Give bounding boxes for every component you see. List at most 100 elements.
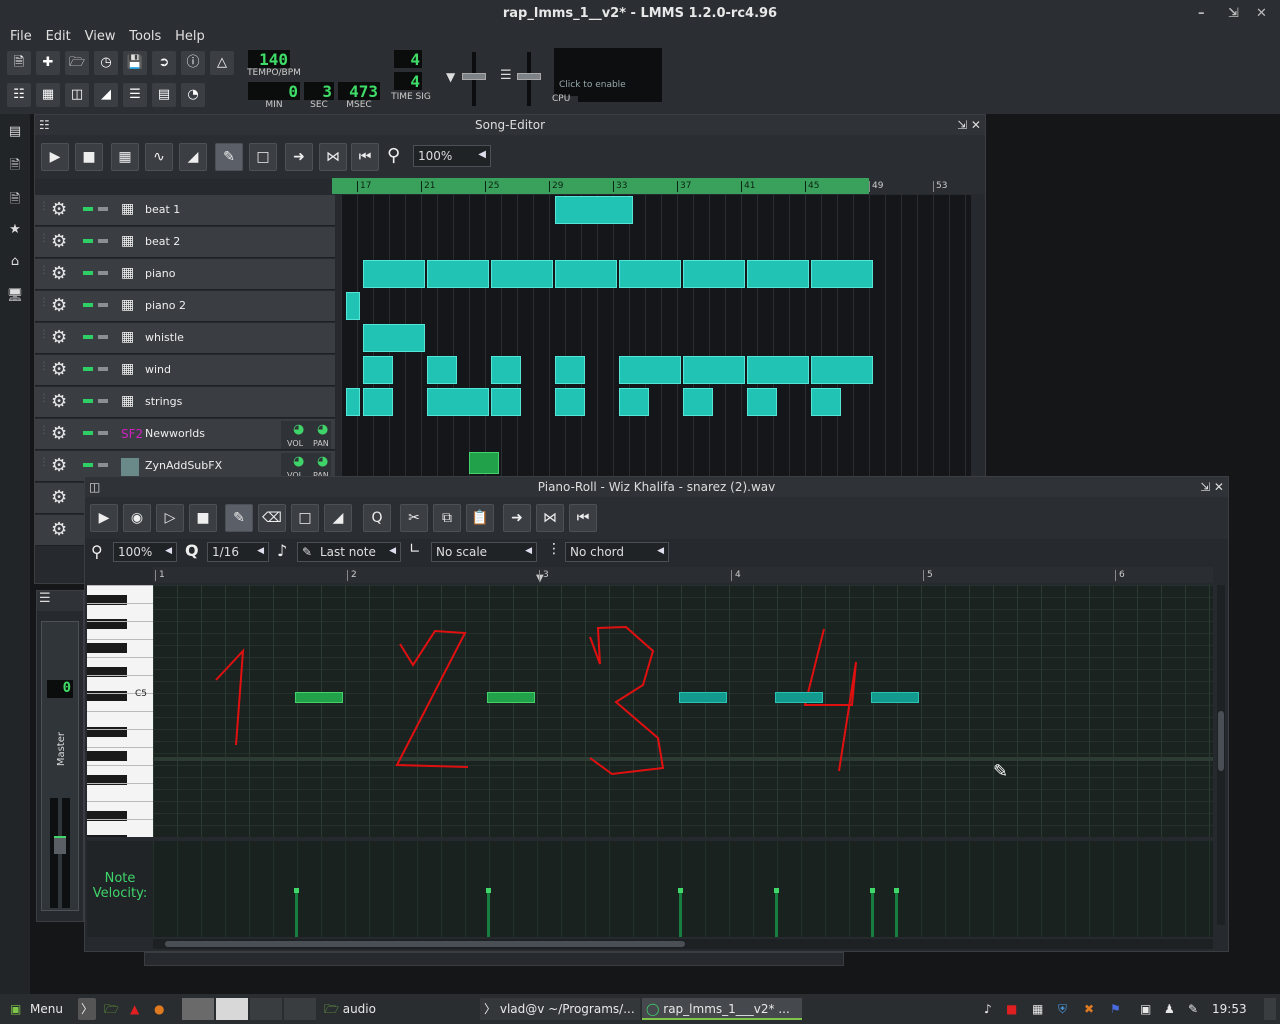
menu-edit[interactable]: Edit: [41, 28, 76, 46]
song-loop-bar[interactable]: [332, 178, 869, 194]
shield-tray-icon[interactable]: ⛨: [1058, 998, 1067, 1020]
root-directory-icon[interactable]: 🖥: [6, 288, 24, 306]
solo-button[interactable]: [98, 239, 108, 243]
pattern-segment[interactable]: [811, 356, 873, 384]
solo-button[interactable]: [98, 271, 108, 275]
paste-button[interactable]: 📋: [466, 504, 494, 532]
mute-button[interactable]: [83, 335, 93, 339]
stop-button[interactable]: ■: [75, 143, 103, 171]
pan-knob[interactable]: ◕: [317, 454, 328, 469]
track-row[interactable]: ⋮ ⚙ ▦ whistle: [35, 323, 335, 354]
show-desktop-button[interactable]: [1264, 998, 1276, 1020]
pattern-segment[interactable]: [555, 260, 617, 288]
song-ruler-tail[interactable]: [869, 178, 985, 194]
track-row[interactable]: ⋮ ⚙ ▦ strings: [35, 387, 335, 418]
controller-rack-icon[interactable]: ◔: [181, 83, 205, 107]
velocity-bar[interactable]: [486, 888, 491, 937]
oscilloscope[interactable]: Click to enable: [554, 48, 662, 96]
gear-icon[interactable]: ⚙: [51, 231, 67, 252]
master-volume-handle[interactable]: [462, 73, 486, 80]
pattern-segment[interactable]: [363, 324, 425, 352]
note[interactable]: [871, 692, 919, 703]
clock[interactable]: 19:53: [1212, 998, 1247, 1020]
mute-button[interactable]: [83, 239, 93, 243]
copy-button[interactable]: ⧉: [433, 504, 461, 532]
note[interactable]: [679, 692, 727, 703]
add-beat-track-button[interactable]: ▦: [111, 143, 139, 171]
pattern-segment[interactable]: [427, 260, 489, 288]
timesig-numerator[interactable]: 4: [394, 50, 422, 69]
firefox-launcher-icon[interactable]: ●: [154, 998, 164, 1020]
pattern-segment[interactable]: [683, 260, 745, 288]
terminal-launcher-icon[interactable]: 〉: [78, 998, 96, 1020]
pr-pitch-bend-button[interactable]: ◢: [324, 504, 352, 532]
pattern-segment[interactable]: [491, 356, 521, 384]
pattern-segment[interactable]: [811, 260, 873, 288]
workspace-1[interactable]: [182, 998, 214, 1020]
minimize-icon[interactable]: –: [1198, 0, 1205, 28]
velocity-handle[interactable]: [486, 888, 491, 893]
pr-draw-mode-button[interactable]: ✎: [225, 504, 253, 532]
gear-icon[interactable]: ⚙: [51, 423, 67, 444]
menu-file[interactable]: File: [5, 28, 37, 46]
pattern-segment[interactable]: [491, 260, 553, 288]
pr-autoscroll-button[interactable]: ➜: [503, 504, 531, 532]
master-pitch-handle[interactable]: [517, 73, 541, 80]
drag-handle-icon[interactable]: ⋮: [39, 233, 49, 244]
piano-keyboard[interactable]: C5: [87, 585, 153, 837]
solo-button[interactable]: [98, 335, 108, 339]
pr-record-play-button[interactable]: ▷: [156, 504, 184, 532]
drag-handle-icon[interactable]: ⋮: [39, 425, 49, 436]
pattern-segment[interactable]: [619, 388, 649, 416]
track-row[interactable]: ⋮ ⚙ ▦ beat 2: [35, 227, 335, 258]
velocity-bar[interactable]: [870, 888, 875, 937]
add-automation-track-button[interactable]: ◢: [179, 143, 207, 171]
drag-handle-icon[interactable]: ⋮: [39, 265, 49, 276]
metronome-icon[interactable]: △: [210, 51, 234, 75]
open-project-icon[interactable]: 🗁: [65, 51, 89, 75]
tempo-display[interactable]: 140: [248, 50, 290, 69]
my-projects-icon[interactable]: 🗎: [6, 156, 24, 174]
song-editor-controls[interactable]: ⇲ ✕: [957, 115, 981, 135]
export-project-icon[interactable]: ➲: [152, 51, 176, 75]
vertical-scroll-handle[interactable]: [1218, 711, 1224, 771]
workspace-4[interactable]: [284, 998, 316, 1020]
note[interactable]: [775, 692, 823, 703]
clipboard-tray-icon[interactable]: ▣: [1140, 998, 1151, 1020]
horizontal-scrollbar[interactable]: [153, 939, 1213, 949]
timesig-denominator[interactable]: 4: [394, 72, 422, 91]
pattern-segment[interactable]: [747, 356, 809, 384]
velocity-editor[interactable]: [153, 841, 1213, 937]
note[interactable]: [295, 692, 343, 703]
taskbar-item-audio[interactable]: 🗁 audio: [320, 998, 478, 1020]
solo-button[interactable]: [98, 207, 108, 211]
gear-icon[interactable]: ⚙: [51, 519, 67, 540]
solo-button[interactable]: [98, 367, 108, 371]
whats-this-icon[interactable]: ⓘ: [181, 51, 205, 75]
velocity-handle[interactable]: [774, 888, 779, 893]
pattern-segment[interactable]: [363, 356, 393, 384]
project-notes-icon[interactable]: ▤: [152, 83, 176, 107]
pattern-segment[interactable]: [346, 292, 360, 320]
workspace-2[interactable]: [216, 998, 248, 1020]
keyboard-layout-icon[interactable]: ⚑: [1110, 998, 1121, 1020]
autoscroll-button[interactable]: ➜: [285, 143, 313, 171]
gear-icon[interactable]: ⚙: [51, 295, 67, 316]
piano-roll-ruler[interactable]: [153, 567, 1213, 583]
save-project-icon[interactable]: 💾: [123, 51, 147, 75]
play-button[interactable]: ▶: [41, 143, 69, 171]
volume-knob[interactable]: ◕: [293, 422, 304, 437]
horizontal-scroll-handle[interactable]: [165, 941, 685, 947]
gear-icon[interactable]: ⚙: [51, 487, 67, 508]
menu-button[interactable]: Menu: [30, 998, 63, 1020]
velocity-handle[interactable]: [678, 888, 683, 893]
instrument-plugins-icon[interactable]: ▤: [6, 124, 24, 142]
note[interactable]: [487, 692, 535, 703]
mute-button[interactable]: [83, 207, 93, 211]
drag-handle-icon[interactable]: ⋮: [39, 297, 49, 308]
track-row[interactable]: ⋮ ⚙ ▦ wind: [35, 355, 335, 386]
pattern-segment[interactable]: [555, 356, 585, 384]
add-sample-track-button[interactable]: ∿: [145, 143, 173, 171]
new-from-template-icon[interactable]: ✚: [36, 51, 60, 75]
pattern-segment[interactable]: [346, 388, 360, 416]
